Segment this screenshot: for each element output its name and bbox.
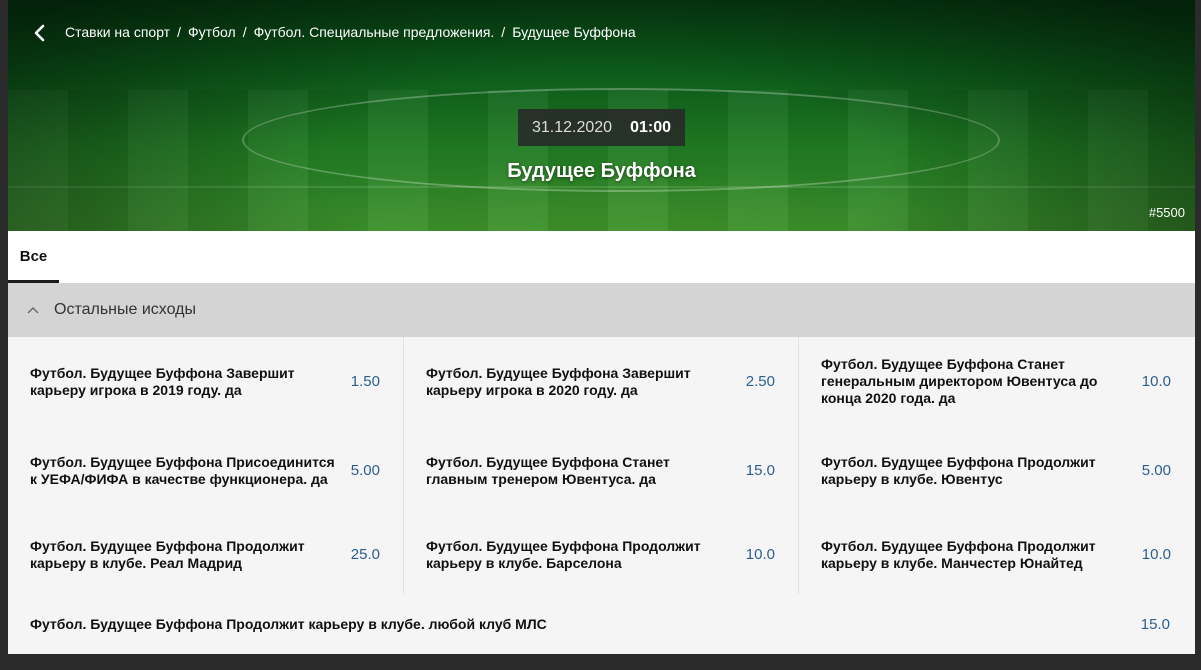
outcome-odd[interactable]: 10.0 — [1142, 373, 1171, 390]
outcome-odd[interactable]: 10.0 — [746, 546, 775, 563]
event-id: #5500 — [1148, 205, 1185, 220]
page: Ставки на спорт / Футбол / Футбол. Специ… — [8, 0, 1195, 654]
breadcrumb-special-offers[interactable]: Футбол. Специальные предложения. — [254, 24, 495, 40]
market-tabs: Все — [8, 231, 1195, 283]
outcome-odd[interactable]: 25.0 — [351, 546, 380, 563]
outcome-cell[interactable]: Футбол. Будущее Буффона Присоединится к … — [8, 426, 403, 515]
event-title: Будущее Буффона — [507, 160, 696, 182]
outcome-cell[interactable]: Футбол. Будущее Буффона Продолжит карьер… — [8, 515, 403, 594]
outcome-name: Футбол. Будущее Буффона Продолжит карьер… — [821, 537, 1096, 571]
outcome-name: Футбол. Будущее Буффона Продолжит карьер… — [821, 453, 1096, 487]
section-title: Остальные исходы — [54, 301, 196, 318]
outcome-name: Футбол. Будущее Буффона Продолжит карьер… — [426, 537, 701, 571]
outcome-row: Футбол. Будущее Буффона Продолжит карьер… — [8, 515, 1195, 594]
event-date: 31.12.2020 — [532, 118, 613, 136]
breadcrumb-separator: / — [242, 24, 247, 40]
outcome-cell-wide[interactable]: Футбол. Будущее Буффона Продолжит карьер… — [8, 605, 1195, 643]
outcome-cell[interactable]: Футбол. Будущее Буффона Продолжит карьер… — [799, 515, 1194, 594]
outcome-odd[interactable]: 10.0 — [1142, 546, 1171, 563]
outcome-name: Футбол. Будущее Буффона Продолжит карьер… — [30, 537, 305, 571]
event-time: 01:00 — [630, 118, 671, 136]
event-datetime: 31.12.2020 01:00 — [518, 109, 685, 146]
outcomes-grid: Футбол. Будущее Буффона Завершит карьеру… — [8, 337, 1195, 633]
breadcrumb-separator: / — [501, 24, 506, 40]
outcome-name: Футбол. Будущее Буффона Завершит карьеру… — [30, 364, 295, 398]
breadcrumb-football[interactable]: Футбол — [188, 24, 236, 40]
outcome-cell[interactable]: Футбол. Будущее Буффона Продолжит карьер… — [403, 515, 799, 594]
event-header: Ставки на спорт / Футбол / Футбол. Специ… — [8, 0, 1195, 231]
outcome-cell[interactable]: Футбол. Будущее Буффона Станет генеральн… — [799, 337, 1194, 426]
outcome-row: Футбол. Будущее Буффона Присоединится к … — [8, 426, 1195, 515]
chevron-left-icon — [34, 24, 45, 42]
breadcrumb-sports[interactable]: Ставки на спорт — [65, 24, 170, 40]
outcome-name: Футбол. Будущее Буффона Станет генеральн… — [821, 356, 1098, 406]
outcome-name: Футбол. Будущее Буффона Продолжит карьер… — [30, 616, 547, 632]
outcome-odd[interactable]: 2.50 — [746, 373, 775, 390]
breadcrumb-current: Будущее Буффона — [512, 24, 636, 40]
section-other-outcomes[interactable]: Остальные исходы — [8, 283, 1195, 337]
outcome-cell[interactable]: Футбол. Будущее Буффона Завершит карьеру… — [8, 337, 403, 426]
outcome-name: Футбол. Будущее Буффона Завершит карьеру… — [426, 364, 691, 398]
chevron-up-icon — [26, 303, 40, 317]
outcome-cell[interactable]: Футбол. Будущее Буффона Станет главным т… — [403, 426, 799, 515]
outcome-name: Футбол. Будущее Буффона Присоединится к … — [30, 453, 335, 487]
outcome-odd[interactable]: 15.0 — [1141, 616, 1170, 633]
outcome-name: Футбол. Будущее Буффона Станет главным т… — [426, 453, 670, 487]
breadcrumb: Ставки на спорт / Футбол / Футбол. Специ… — [65, 24, 636, 40]
outcome-odd[interactable]: 5.00 — [1142, 462, 1171, 479]
outcome-cell[interactable]: Футбол. Будущее Буффона Завершит карьеру… — [403, 337, 799, 426]
outcome-odd[interactable]: 1.50 — [351, 373, 380, 390]
outcome-odd[interactable]: 15.0 — [746, 462, 775, 479]
breadcrumb-separator: / — [177, 24, 181, 40]
back-button[interactable] — [28, 22, 50, 44]
outcome-odd[interactable]: 5.00 — [351, 462, 380, 479]
tab-all[interactable]: Все — [8, 231, 59, 283]
outcome-row: Футбол. Будущее Буффона Завершит карьеру… — [8, 337, 1195, 426]
outcome-cell[interactable]: Футбол. Будущее Буффона Продолжит карьер… — [799, 426, 1194, 515]
